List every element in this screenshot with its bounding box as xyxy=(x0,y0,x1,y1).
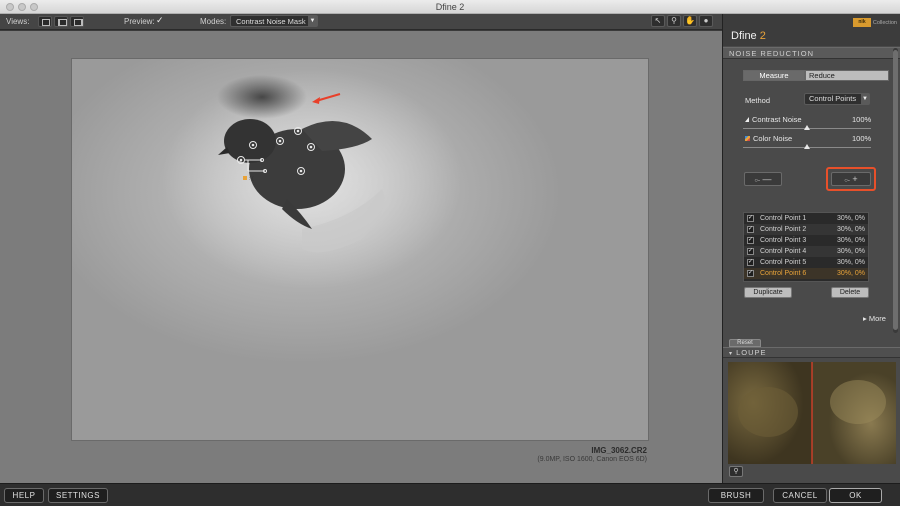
brand-collection: Collection xyxy=(872,20,897,26)
control-point-checkbox[interactable]: ✓ xyxy=(747,237,754,244)
control-point-name: Control Point 2 xyxy=(760,226,807,233)
preview-label: Preview: xyxy=(124,17,155,26)
tab-measure[interactable]: Measure xyxy=(743,70,805,81)
control-point-name: Control Point 5 xyxy=(760,259,807,266)
control-point-value: 30%, 0% xyxy=(836,270,865,277)
pointer-tool-icon[interactable]: ↖ xyxy=(651,15,665,27)
color-noise-icon xyxy=(745,136,750,141)
zoom-tool-icon[interactable]: ⚲ xyxy=(667,15,681,27)
color-noise-label: Color Noise xyxy=(745,134,792,143)
split-view-icon[interactable] xyxy=(70,16,84,27)
disclosure-triangle-icon: ▸ xyxy=(863,314,867,323)
loupe-view[interactable] xyxy=(728,362,896,464)
method-label: Method xyxy=(745,96,771,105)
control-point-row[interactable]: ✓ Control Point 1 30%, 0% xyxy=(744,213,868,224)
image-canvas[interactable]: :-( IMG_3062.CR2 (9.0MP, ISO 1600, Canon… xyxy=(0,31,722,483)
control-point-row[interactable]: ✓ Control Point 5 30%, 0% xyxy=(744,257,868,268)
method-value: Control Points xyxy=(809,94,857,103)
ok-button[interactable]: OK xyxy=(829,488,882,503)
control-point-name: Control Point 1 xyxy=(760,215,807,222)
loupe-image xyxy=(728,362,896,464)
color-noise-value: 100% xyxy=(852,134,872,143)
section-loupe[interactable]: ▾ LOUPE xyxy=(723,347,900,358)
remove-control-point-button[interactable]: ○‐ — xyxy=(744,172,782,186)
control-point-value: 30%, 0% xyxy=(836,237,865,244)
mode-tabs: Measure Reduce xyxy=(743,70,891,81)
views-label: Views: xyxy=(6,17,30,26)
file-name: IMG_3062.CR2 xyxy=(591,446,647,455)
preview-checkbox[interactable]: ✓ xyxy=(156,16,165,25)
window-title: Dfine 2 xyxy=(435,2,465,12)
contrast-noise-label: Contrast Noise xyxy=(745,115,802,124)
reset-button[interactable]: Reset xyxy=(729,339,761,347)
tab-reduce[interactable]: Reduce xyxy=(805,70,889,81)
brush-button[interactable]: BRUSH xyxy=(708,488,764,503)
red-annotation-arrow-icon xyxy=(312,93,341,104)
side-by-side-view-icon[interactable] xyxy=(54,16,68,27)
right-panel: nik Collection Dfine 2 NOISE REDUCTION M… xyxy=(722,14,900,483)
delete-button[interactable]: Delete xyxy=(831,287,869,298)
control-point-row[interactable]: ✓ Control Point 6 30%, 0% xyxy=(744,268,868,279)
duplicate-button[interactable]: Duplicate xyxy=(744,287,792,298)
control-point-checkbox[interactable]: ✓ xyxy=(747,270,754,277)
modes-label: Modes: xyxy=(200,17,227,26)
control-point-name: Control Point 4 xyxy=(760,248,807,255)
loupe-label: LOUPE xyxy=(736,348,767,357)
svg-text::-(: :-( xyxy=(249,176,254,182)
control-point-value: 30%, 0% xyxy=(836,259,865,266)
more-label: More xyxy=(868,314,886,323)
chevron-down-icon: ▼ xyxy=(308,16,317,26)
control-point-checkbox[interactable]: ✓ xyxy=(747,248,754,255)
cancel-button[interactable]: CANCEL xyxy=(773,488,827,503)
control-point-value: 30%, 0% xyxy=(836,215,865,222)
help-button[interactable]: HELP xyxy=(4,488,44,503)
control-point-name: Control Point 6 xyxy=(760,270,807,277)
control-point-value: 30%, 0% xyxy=(836,226,865,233)
control-point-name: Control Point 3 xyxy=(760,237,807,244)
control-point-checkbox[interactable]: ✓ xyxy=(747,226,754,233)
control-point-value: 30%, 0% xyxy=(836,248,865,255)
color-noise-slider-thumb[interactable] xyxy=(804,144,810,149)
control-point-row[interactable]: ✓ Control Point 3 30%, 0% xyxy=(744,235,868,246)
section-noise-reduction[interactable]: NOISE REDUCTION xyxy=(723,47,900,59)
preview-image[interactable]: :-( xyxy=(72,59,648,440)
app-name: Dfine 2 xyxy=(731,30,766,42)
bird-noise-mask-image: :-( xyxy=(72,59,648,440)
file-metadata: (9.0MP, ISO 1600, Canon EOS 6D) xyxy=(537,456,647,463)
control-point-checkbox[interactable]: ✓ xyxy=(747,259,754,266)
chevron-down-icon: ▼ xyxy=(861,94,869,104)
highlight-annotation-box xyxy=(826,167,876,191)
more-toggle[interactable]: ▸ More xyxy=(863,314,886,323)
method-select[interactable]: Control Points ▼ xyxy=(804,93,870,105)
control-point-row[interactable]: ✓ Control Point 2 30%, 0% xyxy=(744,224,868,235)
control-point-row[interactable]: ✓ Control Point 4 30%, 0% xyxy=(744,246,868,257)
contrast-triangle-icon xyxy=(745,117,749,122)
brand-header: nik Collection Dfine 2 xyxy=(723,14,900,46)
modes-select[interactable]: Contrast Noise Mask ▼ xyxy=(230,15,318,27)
panel-scrollbar[interactable] xyxy=(893,48,898,333)
loupe-pin-icon[interactable]: ⚲ xyxy=(729,466,743,477)
contrast-noise-value: 100% xyxy=(852,115,872,124)
window-titlebar: Dfine 2 xyxy=(0,0,900,14)
modes-value: Contrast Noise Mask xyxy=(236,17,306,26)
top-toolbar: Views: Preview: ✓ Modes: Contrast Noise … xyxy=(0,14,722,30)
disclosure-down-icon: ▾ xyxy=(729,351,734,357)
nik-logo: nik xyxy=(853,18,871,27)
bottom-bar: HELP SETTINGS BRUSH CANCEL OK xyxy=(0,483,900,506)
settings-button[interactable]: SETTINGS xyxy=(48,488,108,503)
contrast-noise-slider-thumb[interactable] xyxy=(804,125,810,130)
control-point-checkbox[interactable]: ✓ xyxy=(747,215,754,222)
hand-tool-icon[interactable]: ✋ xyxy=(683,15,697,27)
pick-tool-icon[interactable]: ● xyxy=(699,15,713,27)
single-view-icon[interactable] xyxy=(38,16,52,27)
control-points-list: ✓ Control Point 1 30%, 0% ✓ Control Point 2 3… xyxy=(743,212,869,282)
